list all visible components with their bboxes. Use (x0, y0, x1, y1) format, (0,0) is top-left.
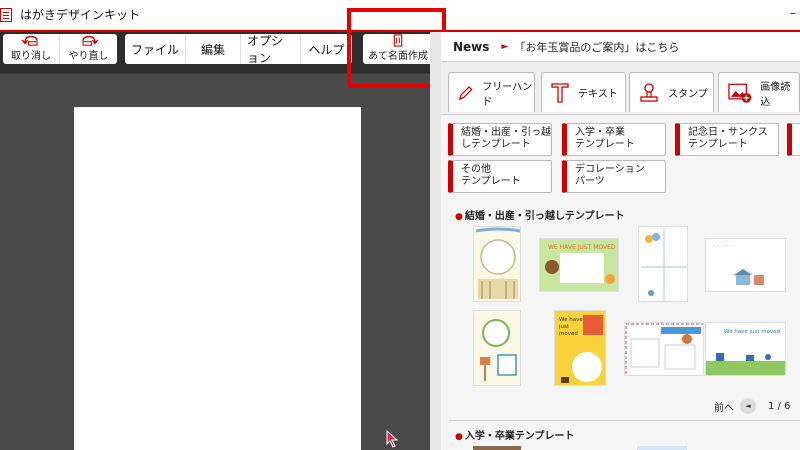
section-heading-entrance: ● 入学・卒業テンプレート (455, 427, 575, 442)
image-load-icon (728, 83, 752, 103)
thumb-caption: WE HAVE JUST MOVED (548, 244, 616, 251)
thumb-caption: We have (559, 317, 583, 323)
category-other[interactable]: その他 テンプレート (448, 160, 552, 193)
redo-label: やり直し (68, 51, 109, 62)
template-thumbnail[interactable]: · · · · · · · (705, 238, 786, 292)
thumb-caption: We have just moved (724, 329, 780, 335)
section-heading-wedding: ● 結婚・出産・引っ越しテンプレート (455, 207, 625, 222)
pane-separator (430, 32, 441, 450)
tab-freehand[interactable]: フリーハンド (448, 72, 535, 112)
bullet-icon: ● (455, 212, 463, 222)
undo-label: 取り消し (11, 51, 51, 62)
template-thumbnail[interactable]: We have just moved (705, 322, 786, 376)
menu-help[interactable]: ヘルプ (301, 34, 352, 64)
pagination: 前へ ◄ 1 / 6 (714, 398, 790, 414)
category-more-partial[interactable] (787, 123, 800, 156)
section-title: 入学・卒業テンプレート (464, 431, 575, 442)
tool-tabs: フリーハンド テキスト スタンプ 画像読込 (441, 62, 800, 114)
thumb-caption: moved (559, 331, 578, 337)
stamp-icon (640, 82, 658, 102)
news-bar: News ► 「お年玉賞品のご案内」はこちら (441, 32, 800, 62)
svg-text:· · · · · · ·: · · · · · · · (714, 243, 735, 249)
category-label-line2: パーツ (575, 176, 605, 187)
section-divider (449, 420, 800, 421)
thumb-caption: just (558, 324, 570, 330)
tab-text[interactable]: テキスト (541, 72, 626, 112)
tab-image-label: 画像読込 (760, 81, 791, 108)
redo-icon (81, 35, 98, 46)
template-thumbnail[interactable] (473, 446, 521, 450)
undo-button[interactable]: 取り消し (3, 34, 60, 64)
redo-button[interactable]: やり直し (60, 34, 117, 64)
template-thumbnail[interactable]: WE HAVE JUST MOVED (539, 238, 619, 292)
tab-stamp[interactable]: スタンプ (629, 72, 714, 112)
category-label-line1: デコレーション (575, 164, 645, 175)
window-title: はがきデザインキット (20, 8, 141, 22)
undo-redo-group: 取り消し やり直し (3, 34, 117, 64)
template-thumbnail[interactable] (473, 310, 521, 386)
bullet-icon: ● (455, 432, 463, 442)
app-icon (0, 7, 12, 22)
menu-bar: ファイル 編集 オプション ヘルプ (125, 34, 352, 65)
pager-prev-icon[interactable]: ◄ (740, 398, 756, 414)
template-thumbnail[interactable]: We have just moved (554, 310, 606, 386)
news-link[interactable]: 「お年玉賞品のご案内」はこちら (514, 39, 679, 55)
mouse-cursor-icon (386, 430, 399, 448)
pencil-icon (458, 85, 473, 100)
category-label-line2: しテンプレート (461, 139, 531, 150)
pager-prev-label[interactable]: 前へ (714, 399, 734, 414)
section-title: 結婚・出産・引っ越しテンプレート (464, 211, 625, 222)
category-label-line2: テンプレート (461, 176, 521, 187)
category-decoration-parts[interactable]: デコレーション パーツ (562, 160, 666, 193)
minimize-button[interactable]: – (790, 6, 796, 20)
category-anniversary-thanks[interactable]: 記念日・サンクス テンプレート (675, 123, 779, 156)
category-entrance-graduation[interactable]: 入学・卒業 テンプレート (562, 123, 666, 156)
category-buttons: 結婚・出産・引っ越 しテンプレート 入学・卒業 テンプレート 記念日・サンクス … (441, 114, 800, 200)
menu-edit[interactable]: 編集 (186, 34, 241, 64)
postcard-canvas[interactable] (74, 107, 361, 450)
category-label-line2: テンプレート (688, 139, 748, 150)
template-list: ● 結婚・出産・引っ越しテンプレート WE HAVE JUST MOVED · … (441, 200, 800, 450)
category-label-line2: テンプレート (575, 139, 635, 150)
undo-icon (21, 35, 38, 46)
template-thumbnail[interactable] (624, 322, 704, 376)
category-wedding-birth-moving[interactable]: 結婚・出産・引っ越 しテンプレート (448, 123, 552, 156)
category-label-line1: 入学・卒業 (575, 127, 625, 138)
category-label-line1: 結婚・出産・引っ越 (461, 127, 551, 138)
news-arrow-icon: ► (501, 41, 509, 52)
menu-options[interactable]: オプション (241, 34, 301, 65)
template-thumbnail[interactable] (473, 226, 521, 302)
template-thumbnail[interactable] (638, 226, 688, 302)
pager-page-number: 1 / 6 (768, 400, 791, 412)
news-label: News (453, 39, 490, 54)
category-label-line1: 記念日・サンクス (688, 127, 768, 138)
text-t-icon (551, 82, 569, 103)
template-thumbnail[interactable] (637, 446, 687, 450)
tab-text-label: テキスト (578, 89, 618, 100)
tab-stamp-label: スタンプ (668, 89, 708, 100)
category-label-line1: その他 (461, 164, 491, 175)
tab-image-load[interactable]: 画像読込 (718, 72, 800, 112)
tab-freehand-label: フリーハンド (482, 81, 533, 108)
menu-file[interactable]: ファイル (125, 34, 186, 64)
